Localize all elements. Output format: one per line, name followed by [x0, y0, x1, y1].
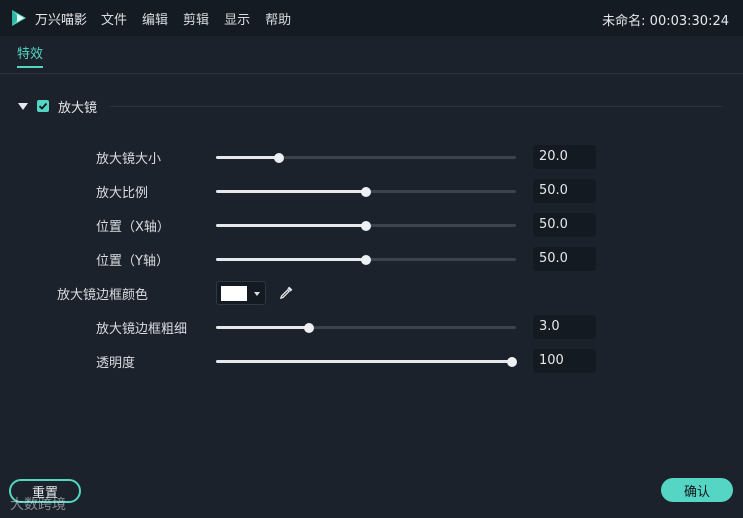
project-title: 未命名: 00:03:30:24: [602, 14, 729, 29]
tab-bar: 特效: [0, 36, 743, 74]
tab-effects[interactable]: 特效: [17, 43, 44, 68]
slider-fill: [216, 190, 366, 193]
app-logo-icon: [9, 8, 29, 28]
menu-file[interactable]: 文件: [101, 9, 127, 28]
value-input-magnifier-size[interactable]: 20.0: [533, 145, 596, 169]
slider-fill: [216, 224, 366, 227]
collapse-caret-icon[interactable]: [18, 102, 28, 110]
control-row-magnifier-size: 放大镜大小 20.0: [0, 145, 743, 169]
control-row-border-thickness: 放大镜边框粗细 3.0: [0, 315, 743, 339]
enable-magnifier-checkbox[interactable]: [37, 100, 49, 112]
slider-fill: [216, 156, 279, 159]
label-magnifier-size: 放大镜大小: [96, 152, 162, 167]
menu-view[interactable]: 显示: [224, 9, 250, 28]
label-border-thickness: 放大镜边框粗细: [96, 322, 188, 337]
checkmark-icon: [38, 102, 48, 110]
watermark-text: 大数跨境: [10, 497, 66, 513]
menu-help[interactable]: 帮助: [265, 9, 291, 28]
label-zoom-ratio: 放大比例: [96, 186, 149, 201]
value-input-opacity[interactable]: 100: [533, 349, 596, 373]
dropdown-caret-icon: [254, 292, 260, 296]
slider-opacity[interactable]: [216, 356, 517, 367]
control-row-zoom-ratio: 放大比例 50.0: [0, 179, 743, 203]
color-swatch: [221, 286, 247, 301]
slider-thumb[interactable]: [361, 254, 371, 265]
control-row-position-x: 位置（X轴） 50.0: [0, 213, 743, 237]
slider-thumb[interactable]: [274, 152, 284, 163]
value-input-zoom-ratio[interactable]: 50.0: [533, 179, 596, 203]
slider-thumb[interactable]: [304, 322, 314, 333]
section-title: 放大镜: [58, 100, 98, 116]
section-divider: [109, 105, 723, 107]
label-border-color: 放大镜边框颜色: [57, 288, 149, 303]
slider-thumb[interactable]: [361, 186, 371, 197]
value-input-position-x[interactable]: 50.0: [533, 213, 596, 237]
control-row-opacity: 透明度 100: [0, 349, 743, 373]
slider-fill: [216, 360, 512, 363]
slider-border-thickness[interactable]: [216, 322, 516, 333]
ok-button[interactable]: 确认: [661, 478, 733, 502]
value-input-position-y[interactable]: 50.0: [533, 247, 596, 271]
menu-edit[interactable]: 编辑: [142, 9, 168, 28]
slider-fill: [216, 258, 366, 261]
eyedropper-icon[interactable]: [278, 285, 294, 301]
title-bar: 万兴喵影 文件 编辑 剪辑 显示 帮助 未命名: 00:03:30:24: [0, 0, 743, 36]
value-input-border-thickness[interactable]: 3.0: [533, 315, 596, 339]
slider-magnifier-size[interactable]: [216, 152, 516, 163]
slider-position-x[interactable]: [216, 220, 516, 231]
menu-bar: 文件 编辑 剪辑 显示 帮助: [101, 9, 306, 28]
border-color-picker[interactable]: [216, 281, 266, 305]
slider-zoom-ratio[interactable]: [216, 186, 516, 197]
section-header-magnifier: 放大镜: [18, 96, 723, 116]
slider-fill: [216, 326, 309, 329]
control-row-position-y: 位置（Y轴） 50.0: [0, 247, 743, 271]
app-name: 万兴喵影: [35, 12, 88, 28]
menu-clip[interactable]: 剪辑: [183, 9, 209, 28]
label-opacity: 透明度: [96, 356, 136, 371]
control-row-border-color: 放大镜边框颜色: [0, 281, 743, 305]
label-position-y: 位置（Y轴）: [96, 254, 169, 269]
label-position-x: 位置（X轴）: [96, 220, 170, 235]
slider-position-y[interactable]: [216, 254, 516, 265]
slider-thumb[interactable]: [361, 220, 371, 231]
slider-thumb[interactable]: [506, 356, 517, 367]
